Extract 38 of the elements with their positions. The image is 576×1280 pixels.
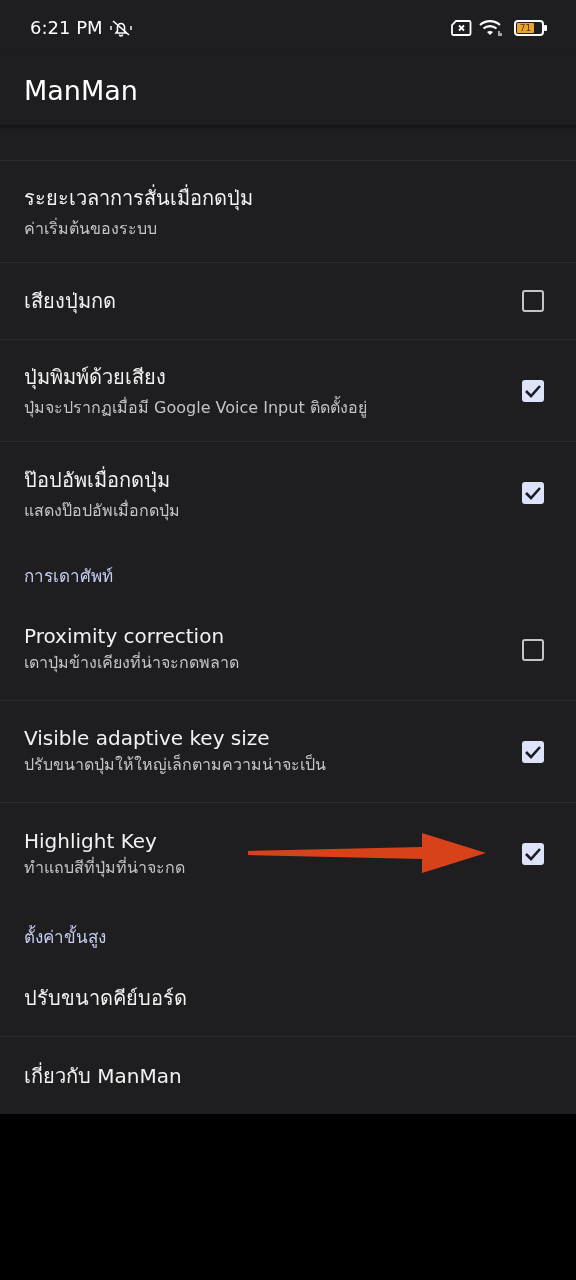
- item-title: ปุ่มพิมพ์ด้วยเสียง: [24, 364, 167, 392]
- checkbox[interactable]: [522, 638, 544, 661]
- settings-item[interactable]: ป๊อปอัพเมื่อกดปุ่ม แสดงป๊อปอัพเมื่อกดปุ่ม: [0, 442, 576, 544]
- settings-item[interactable]: ปรับขนาดคีย์บอร์ด: [0, 960, 576, 1037]
- item-title: Visible adaptive key size: [24, 726, 271, 750]
- settings-item[interactable]: Highlight Key ทำแถบสีที่ปุ่มที่น่าจะกด: [0, 803, 576, 905]
- settings-item[interactable]: Visible adaptive key size ปรับขนาดปุ่มให้ใหญ่เล็กตามความน่าจะเป็น: [0, 701, 576, 803]
- item-summary: ปุ่มจะปรากฏเมื่อมี Google Voice Input ติดตั้งอยู่: [24, 395, 368, 420]
- item-summary: แสดงป๊อปอัพเมื่อกดปุ่ม: [24, 499, 181, 523]
- item-summary: ปรับขนาดปุ่มให้ใหญ่เล็กตามความน่าจะเป็น: [24, 753, 327, 777]
- item-title: ระยะเวลาการสั่นเมื่อกดปุ่ม: [24, 183, 254, 213]
- item-title: เสียงปุ่มกด: [24, 288, 117, 316]
- settings-item[interactable]: ระยะเวลาการสั่นเมื่อกดปุ่ม ค่าเริ่มต้นของระบบ: [0, 161, 576, 263]
- section-header: การเดาศัพท์: [23, 565, 114, 588]
- item-title: Proximity correction: [24, 624, 226, 648]
- section-header: ตั้งค่าขั้นสูง: [23, 924, 107, 950]
- sim-card-x-icon: [450, 18, 472, 37]
- item-summary: เดาปุ่มข้างเคียงที่น่าจะกดพลาด: [24, 651, 240, 675]
- status-time: 6:21 PM: [30, 17, 103, 38]
- settings-item[interactable]: เกี่ยวกับ ManMan: [0, 1037, 576, 1114]
- item-summary: ค่าเริ่มต้นของระบบ: [24, 217, 158, 240]
- app-title: ManMan: [24, 74, 138, 106]
- wifi-icon: [478, 17, 504, 38]
- item-title: ปรับขนาดคีย์บอร์ด: [24, 985, 188, 1012]
- checkbox[interactable]: [522, 290, 544, 312]
- battery-level: 71: [517, 22, 535, 33]
- item-title: Highlight Key: [24, 828, 158, 853]
- settings-item[interactable]: Proximity correction เดาปุ่มข้างเคียงที่น่าจะกดพลาด: [0, 599, 576, 701]
- item-summary: ทำแถบสีที่ปุ่มที่น่าจะกด: [24, 856, 186, 880]
- settings-item[interactable]: เสียงปุ่มกด: [0, 263, 576, 340]
- checkbox[interactable]: [522, 379, 544, 402]
- item-title: เกี่ยวกับ ManMan: [24, 1061, 183, 1090]
- muted-bell-icon: [108, 17, 133, 38]
- checkbox[interactable]: [522, 740, 544, 763]
- checkbox[interactable]: [522, 482, 544, 504]
- checkbox[interactable]: [522, 843, 544, 865]
- item-title: ป๊อปอัพเมื่อกดปุ่ม: [24, 465, 171, 495]
- settings-item[interactable]: ปุ่มพิมพ์ด้วยเสียง ปุ่มจะปรากฏเมื่อมี Google Voice Input ติดตั้งอยู่: [0, 340, 576, 442]
